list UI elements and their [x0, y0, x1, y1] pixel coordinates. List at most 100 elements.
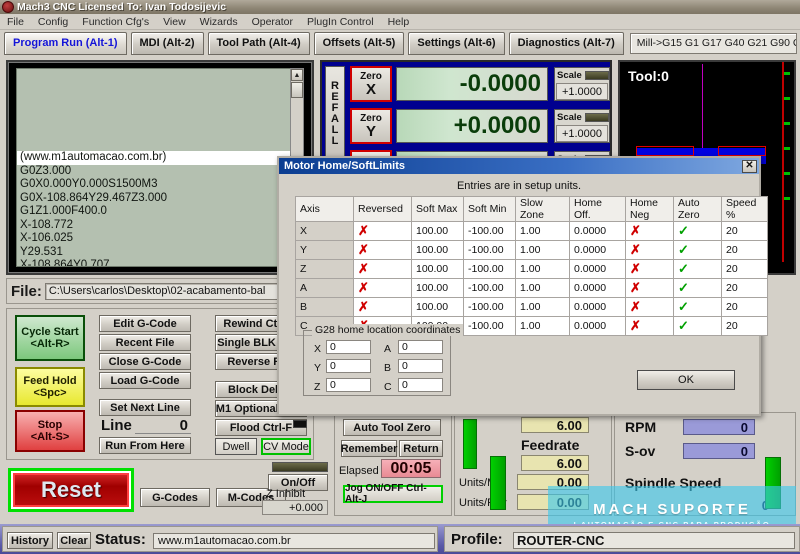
- cell-speed[interactable]: 20: [721, 221, 768, 241]
- scrollbar-thumb[interactable]: [291, 82, 303, 98]
- g28-y-input[interactable]: 0: [326, 359, 371, 373]
- cell-auto-zero[interactable]: ✓: [673, 259, 722, 279]
- g28-c-input[interactable]: 0: [398, 378, 443, 392]
- gcode-line[interactable]: G0X0.000Y0.000S1500M3: [17, 178, 299, 192]
- feedrate-secondary-bar[interactable]: [490, 456, 506, 510]
- menu-item-plugin-control[interactable]: PlugIn Control: [300, 16, 381, 28]
- cell-soft-max[interactable]: 100.00: [411, 221, 464, 241]
- gcode-list-view[interactable]: (www.m1automacao.com.br) G0Z3.000 G0X0.0…: [16, 68, 300, 267]
- tab-settings[interactable]: Settings (Alt-6): [408, 31, 505, 55]
- cell-speed[interactable]: 20: [721, 278, 768, 298]
- cell-slow-zone[interactable]: 1.00: [515, 297, 570, 317]
- gcode-line[interactable]: (www.m1automacao.com.br): [17, 151, 299, 165]
- cell-soft-max[interactable]: 100.00: [411, 297, 464, 317]
- cell-speed[interactable]: 20: [721, 240, 768, 260]
- cell-home-off[interactable]: 0.0000: [569, 259, 626, 279]
- cell-reversed[interactable]: ✗: [353, 259, 412, 279]
- cell-speed[interactable]: 20: [721, 297, 768, 317]
- cell-soft-max[interactable]: 100.00: [411, 259, 464, 279]
- scale-x-value[interactable]: +1.0000: [556, 83, 608, 100]
- spindle-override-value[interactable]: 0: [683, 443, 755, 459]
- cell-home-neg[interactable]: ✗: [625, 240, 674, 260]
- clear-button[interactable]: Clear: [57, 532, 91, 549]
- tab-tool-path[interactable]: Tool Path (Alt-4): [207, 31, 310, 55]
- cell-home-off[interactable]: 0.0000: [569, 221, 626, 241]
- cell-home-off[interactable]: 0.0000: [569, 316, 626, 336]
- cell-soft-min[interactable]: -100.00: [463, 316, 516, 336]
- tab-program-run[interactable]: Program Run (Alt-1): [4, 31, 127, 55]
- cell-auto-zero[interactable]: ✓: [673, 221, 722, 241]
- close-icon[interactable]: ✕: [742, 159, 757, 173]
- profile-name-field[interactable]: ROUTER-CNC: [513, 532, 795, 549]
- cell-soft-max[interactable]: 100.00: [411, 278, 464, 298]
- g28-a-input[interactable]: 0: [398, 340, 443, 354]
- ref-all-home-button[interactable]: R E F A L L: [325, 66, 345, 161]
- cell-auto-zero[interactable]: ✓: [673, 278, 722, 298]
- tab-diagnostics[interactable]: Diagnostics (Alt-7): [508, 31, 624, 55]
- jog-toggle-button[interactable]: Jog ON/OFF Ctrl-Alt-J: [343, 483, 443, 505]
- cell-home-off[interactable]: 0.0000: [569, 278, 626, 298]
- scale-y-value[interactable]: +1.0000: [556, 125, 608, 142]
- gcode-line[interactable]: G1Z1.000F400.0: [17, 205, 299, 219]
- file-path-field[interactable]: C:\Users\carlos\Desktop\02-acabamento-ba…: [44, 282, 311, 300]
- cell-home-neg[interactable]: ✗: [625, 278, 674, 298]
- spindle-speed-bar[interactable]: [765, 457, 781, 509]
- edit-gcode-button[interactable]: Edit G-Code: [99, 315, 191, 332]
- gcode-line[interactable]: Y29.531: [17, 246, 299, 260]
- run-from-here-button[interactable]: Run From Here: [99, 437, 191, 454]
- cell-reversed[interactable]: ✗: [353, 240, 412, 260]
- tab-offsets[interactable]: Offsets (Alt-5): [313, 31, 405, 55]
- cell-slow-zone[interactable]: 1.00: [515, 221, 570, 241]
- cell-auto-zero[interactable]: ✓: [673, 297, 722, 317]
- ok-button[interactable]: OK: [637, 370, 735, 390]
- cell-auto-zero[interactable]: ✓: [673, 240, 722, 260]
- scroll-up-icon[interactable]: ▲: [291, 69, 303, 81]
- cell-reversed[interactable]: ✗: [353, 297, 412, 317]
- gcode-line[interactable]: G0Z3.000: [17, 165, 299, 179]
- tab-mdi[interactable]: MDI (Alt-2): [130, 31, 204, 55]
- status-message-field[interactable]: www.m1automacao.com.br: [153, 533, 435, 549]
- gcode-line[interactable]: G0X-108.864Y29.467Z3.000: [17, 192, 299, 206]
- zero-y-button[interactable]: Zero Y: [350, 108, 392, 144]
- set-next-line-button[interactable]: Set Next Line: [99, 399, 191, 416]
- cycle-start-button[interactable]: Cycle Start <Alt-R>: [15, 315, 85, 361]
- cell-soft-min[interactable]: -100.00: [463, 221, 516, 241]
- close-gcode-button[interactable]: Close G-Code: [99, 353, 191, 370]
- menu-item-config[interactable]: Config: [31, 16, 75, 28]
- cell-slow-zone[interactable]: 1.00: [515, 316, 570, 336]
- cell-reversed[interactable]: ✗: [353, 278, 412, 298]
- gcode-line[interactable]: X-106.025: [17, 232, 299, 246]
- menu-item-function-cfgs[interactable]: Function Cfg's: [75, 16, 156, 28]
- cell-soft-min[interactable]: -100.00: [463, 240, 516, 260]
- menu-item-file[interactable]: File: [0, 16, 31, 28]
- return-button[interactable]: Return: [399, 440, 443, 457]
- recent-file-button[interactable]: Recent File: [99, 334, 191, 351]
- cell-auto-zero[interactable]: ✓: [673, 316, 722, 336]
- remember-button[interactable]: Remember: [341, 440, 397, 457]
- units-per-rev-value[interactable]: 0.00: [517, 494, 589, 510]
- cell-soft-min[interactable]: -100.00: [463, 278, 516, 298]
- cell-home-neg[interactable]: ✗: [625, 297, 674, 317]
- auto-tool-zero-button[interactable]: Auto Tool Zero: [343, 419, 441, 436]
- cell-slow-zone[interactable]: 1.00: [515, 240, 570, 260]
- cell-home-off[interactable]: 0.0000: [569, 240, 626, 260]
- line-number-value[interactable]: 0: [135, 417, 191, 434]
- cell-home-neg[interactable]: ✗: [625, 259, 674, 279]
- feed-hold-button[interactable]: Feed Hold <Spc>: [15, 367, 85, 407]
- feedrate-override-value[interactable]: 6.00: [521, 417, 589, 433]
- load-gcode-button[interactable]: Load G-Code: [99, 372, 191, 389]
- cell-home-neg[interactable]: ✗: [625, 316, 674, 336]
- z-inhibit-value[interactable]: +0.000: [262, 500, 328, 515]
- menu-item-help[interactable]: Help: [381, 16, 417, 28]
- cell-soft-max[interactable]: 100.00: [411, 240, 464, 260]
- gcode-line[interactable]: X-108.772: [17, 219, 299, 233]
- g28-x-input[interactable]: 0: [326, 340, 371, 354]
- cell-soft-min[interactable]: -100.00: [463, 297, 516, 317]
- dwell-button[interactable]: Dwell: [215, 438, 257, 455]
- cell-slow-zone[interactable]: 1.00: [515, 278, 570, 298]
- units-per-min-value[interactable]: 0.00: [517, 474, 589, 490]
- cell-home-off[interactable]: 0.0000: [569, 297, 626, 317]
- gcode-line[interactable]: X-108.864Y0.707: [17, 259, 299, 266]
- cell-home-neg[interactable]: ✗: [625, 221, 674, 241]
- cell-soft-min[interactable]: -100.00: [463, 259, 516, 279]
